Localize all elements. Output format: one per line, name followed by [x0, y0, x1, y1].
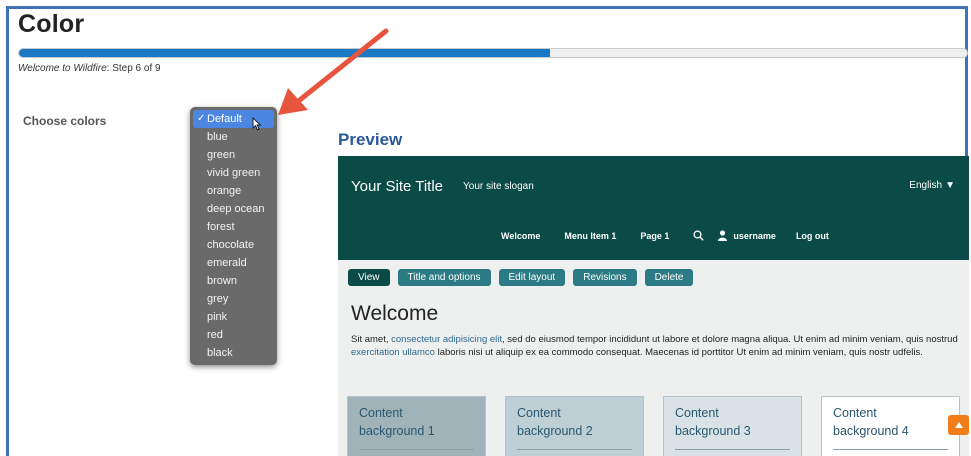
color-option-brown[interactable]: brown: [190, 272, 277, 290]
welcome-heading: Welcome: [351, 302, 439, 325]
tab-title-and-options[interactable]: Title and options: [397, 269, 491, 286]
back-to-top-button[interactable]: [948, 415, 969, 435]
tab-view[interactable]: View: [348, 269, 390, 286]
body-text-2: , sed do eiusmod tempor incididunt ut la…: [502, 334, 958, 345]
site-header: Your Site Title Your site slogan English…: [338, 156, 969, 260]
card-title-line1: Content: [675, 406, 719, 420]
color-option-green[interactable]: green: [190, 146, 277, 164]
site-preview: Your Site Title Your site slogan English…: [338, 156, 969, 456]
step-indicator: Welcome to Wildfire: Step 6 of 9: [18, 63, 161, 74]
color-option-red[interactable]: red: [190, 326, 277, 344]
caret-down-icon: ▼: [945, 180, 955, 191]
annotation-arrow-icon: [278, 28, 389, 115]
color-option-vivid-green[interactable]: vivid green: [190, 164, 277, 182]
content-card-3: Content background 3: [663, 396, 802, 456]
content-card-2: Content background 2: [505, 396, 644, 456]
preview-heading: Preview: [338, 130, 403, 149]
content-card-4: Content background 4: [821, 396, 960, 456]
color-option-orange[interactable]: orange: [190, 182, 277, 200]
nav-item-menu-item-1[interactable]: Menu Item 1: [564, 231, 616, 241]
body-text-3: laboris nisi ut aliquip ex ea commodo co…: [434, 347, 923, 358]
page-title: Color: [18, 10, 85, 38]
nav-item-log-out[interactable]: Log out: [796, 231, 829, 241]
language-switcher[interactable]: English ▼: [909, 180, 955, 191]
color-option-forest[interactable]: forest: [190, 218, 277, 236]
card-title-line1: Content: [517, 406, 561, 420]
card-title-line2: background 4: [833, 424, 909, 438]
user-icon: [718, 230, 728, 241]
nav-item-welcome[interactable]: Welcome: [501, 231, 540, 241]
progress-bar: [18, 48, 968, 58]
search-icon[interactable]: [693, 230, 705, 241]
card-title-line1: Content: [833, 406, 877, 420]
color-option-deep-ocean[interactable]: deep ocean: [190, 200, 277, 218]
back-to-top-icon: [954, 422, 963, 428]
nav-item-page-1[interactable]: Page 1: [640, 231, 669, 241]
body-link-1[interactable]: consectetur adipisicing elit: [391, 334, 502, 345]
color-option-black[interactable]: black: [190, 344, 277, 362]
color-option-blue[interactable]: blue: [190, 128, 277, 146]
main-navigation: Welcome Menu Item 1 Page 1 username Log …: [501, 230, 853, 241]
color-option-emerald[interactable]: emerald: [190, 254, 277, 272]
body-link-2[interactable]: exercitation ullamco: [351, 347, 435, 358]
local-tasks: View Title and options Edit layout Revis…: [348, 269, 701, 286]
site-title[interactable]: Your Site Title: [351, 178, 443, 195]
pointer-cursor-icon: [252, 117, 262, 131]
choose-colors-label: Choose colors: [23, 114, 107, 128]
user-menu[interactable]: username: [718, 230, 776, 241]
username-label: username: [733, 230, 776, 241]
body-text-1: Sit amet,: [351, 334, 392, 345]
color-option-chocolate[interactable]: chocolate: [190, 236, 277, 254]
step-site-name: Welcome to Wildfire: [18, 63, 107, 74]
content-cards: Content background 1 Content background …: [347, 396, 969, 456]
color-option-label: Default: [207, 113, 242, 125]
card-title-line1: Content: [359, 406, 403, 420]
card-title-line2: background 3: [675, 424, 751, 438]
language-label: English: [909, 180, 943, 191]
color-option-grey[interactable]: grey: [190, 290, 277, 308]
check-icon: ✓: [197, 113, 206, 124]
content-card-1: Content background 1: [347, 396, 486, 456]
card-title-line2: background 2: [517, 424, 593, 438]
body-paragraph: Sit amet, consectetur adipisicing elit, …: [351, 333, 961, 359]
color-scheme-dropdown[interactable]: ✓ Default blue green vivid green orange d…: [190, 107, 277, 365]
tab-edit-layout[interactable]: Edit layout: [498, 269, 566, 286]
tab-delete[interactable]: Delete: [644, 269, 694, 286]
tab-revisions[interactable]: Revisions: [573, 269, 637, 286]
site-slogan: Your site slogan: [463, 181, 534, 192]
step-count: : Step 6 of 9: [106, 63, 161, 74]
color-option-pink[interactable]: pink: [190, 308, 277, 326]
card-title-line2: background 1: [359, 424, 435, 438]
